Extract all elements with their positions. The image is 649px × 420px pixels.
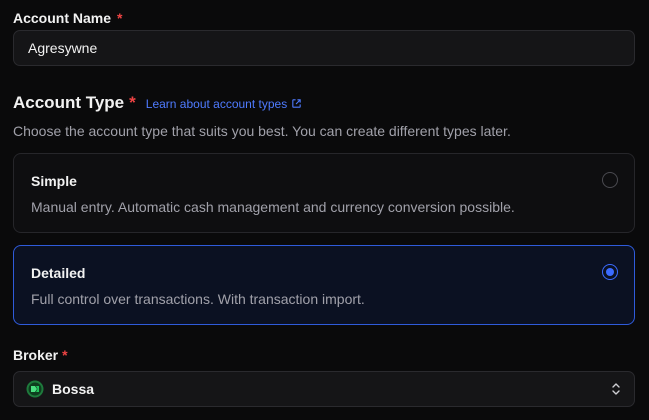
option-description: Full control over transactions. With tra… [31, 291, 365, 307]
broker-select[interactable]: Bossa [13, 371, 635, 407]
option-title: Simple [31, 173, 77, 189]
learn-account-types-link[interactable]: Learn about account types [146, 97, 302, 111]
broker-label: Broker [13, 347, 59, 363]
broker-selected-value: Bossa [52, 381, 95, 397]
account-name-label-row: Account Name * [13, 10, 122, 26]
learn-link-text: Learn about account types [145, 96, 288, 111]
account-type-title: Account Type * [13, 93, 136, 113]
required-mark: * [117, 10, 123, 26]
option-description: Manual entry. Automatic cash management … [31, 199, 515, 215]
external-link-icon [292, 99, 301, 108]
account-type-option-simple[interactable]: Simple Manual entry. Automatic cash mana… [13, 153, 635, 233]
required-mark: * [129, 93, 136, 112]
bossa-logo-icon [26, 380, 44, 398]
account-type-option-detailed[interactable]: Detailed Full control over transactions.… [13, 245, 635, 325]
required-mark: * [62, 347, 68, 363]
account-type-description: Choose the account type that suits you b… [13, 123, 511, 139]
radio-button-simple[interactable] [602, 172, 618, 188]
account-name-label: Account Name [13, 10, 112, 26]
account-type-header: Account Type * Learn about account types [13, 93, 302, 113]
chevron-up-down-icon [612, 383, 620, 395]
account-type-title-text: Account Type [13, 93, 125, 112]
radio-button-detailed[interactable] [602, 264, 618, 280]
option-title: Detailed [31, 265, 86, 281]
broker-label-row: Broker * [13, 347, 68, 363]
account-form: Account Name * Account Type* Learn about… [0, 0, 649, 420]
account-name-input[interactable] [13, 30, 635, 66]
